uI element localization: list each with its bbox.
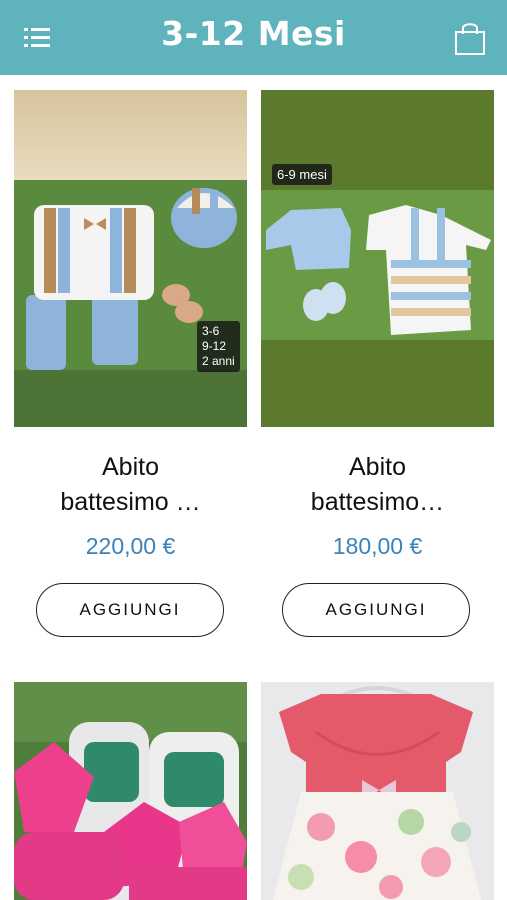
product-image[interactable] [261,682,494,900]
page-title: 3-12 Mesi [161,14,346,53]
product-card [261,682,494,900]
product-name-line: battesimo … [60,488,201,516]
product-card: 6-9 mesi Abito battesimo… 180,00 € AGGIU… [261,90,494,650]
shopping-bag-icon[interactable] [453,20,487,56]
product-image[interactable] [14,682,247,900]
product-name[interactable]: Abito battesimo … [14,450,247,520]
top-bar: 3-12 Mesi [0,0,507,75]
product-card [14,682,247,900]
size-badge-line: 2 anni [202,354,235,368]
product-image[interactable]: 3-6 9-12 2 anni [14,90,247,427]
product-name[interactable]: Abito battesimo… [261,450,494,520]
size-badge: 6-9 mesi [272,164,332,185]
add-to-cart-button[interactable]: AGGIUNGI [36,583,224,637]
add-to-cart-button[interactable]: AGGIUNGI [282,583,470,637]
product-price: 180,00 € [332,533,423,559]
product-card: 3-6 9-12 2 anni Abito battesimo … 220,00… [14,90,247,650]
product-name-line: Abito [349,453,406,481]
product-image[interactable]: 6-9 mesi [261,90,494,427]
size-badge-line: 3-6 [202,324,220,338]
product-name-line: battesimo… [310,488,445,516]
product-price: 220,00 € [85,533,176,559]
product-name-line: Abito [102,453,159,481]
size-badge-line: 9-12 [202,339,227,353]
size-badge: 3-6 9-12 2 anni [197,321,240,372]
